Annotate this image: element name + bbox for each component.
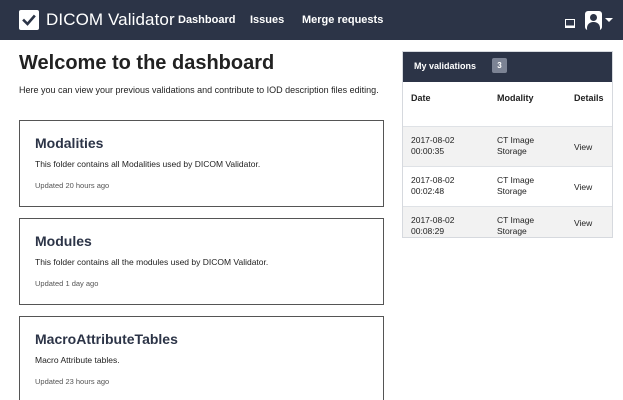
card-title[interactable]: Modules — [35, 233, 92, 249]
brand-name: DICOM Validator — [46, 10, 175, 29]
folder-card-modules[interactable]: Modules This folder contains all the mod… — [19, 218, 384, 305]
cell-modality: CT Image Storage — [497, 135, 535, 156]
card-description: Macro Attribute tables. — [35, 355, 120, 365]
cell-date: 2017-08-02 00:08:29 — [411, 215, 455, 236]
table-row: 2017-08-02 00:08:29 CT Image Storage Vie… — [403, 206, 612, 237]
column-header-modality: Modality — [497, 93, 534, 103]
cell-modality: CT Image Storage — [497, 175, 535, 196]
cell-date: 2017-08-02 00:00:35 — [411, 135, 455, 156]
user-icon — [585, 10, 602, 30]
view-link[interactable]: View — [574, 218, 592, 229]
card-description: This folder contains all Modalities used… — [35, 159, 261, 169]
folder-card-modalities[interactable]: Modalities This folder contains all Moda… — [19, 120, 384, 207]
document-icon[interactable] — [565, 15, 575, 28]
card-updated: Updated 23 hours ago — [35, 377, 110, 386]
card-description: This folder contains all the modules use… — [35, 257, 269, 267]
view-link[interactable]: View — [574, 142, 592, 153]
table-row: 2017-08-02 00:02:48 CT Image Storage Vie… — [403, 166, 612, 206]
card-title[interactable]: Modalities — [35, 135, 103, 151]
cell-date: 2017-08-02 00:02:48 — [411, 175, 455, 196]
column-header-date: Date — [411, 93, 431, 103]
count-badge: 3 — [492, 58, 507, 73]
folder-card-macro-attribute-tables[interactable]: MacroAttributeTables Macro Attribute tab… — [19, 316, 384, 400]
nav-link-merge-requests[interactable]: Merge requests — [302, 14, 383, 26]
intro-text: Here you can view your previous validati… — [19, 85, 379, 95]
validations-panel: My validations 3 Date Modality Details 2… — [402, 51, 613, 238]
card-updated: Updated 20 hours ago — [35, 181, 110, 190]
caret-down-icon — [605, 18, 613, 22]
top-navbar: DICOM Validator Dashboard Issues Merge r… — [0, 0, 623, 40]
page-title: Welcome to the dashboard — [19, 52, 275, 74]
card-updated: Updated 1 day ago — [35, 279, 99, 288]
view-link[interactable]: View — [574, 182, 592, 193]
user-menu[interactable] — [585, 10, 613, 30]
card-title[interactable]: MacroAttributeTables — [35, 331, 178, 347]
cell-modality: CT Image Storage — [497, 215, 535, 236]
nav-link-issues[interactable]: Issues — [250, 14, 284, 26]
brand[interactable]: DICOM Validator — [19, 10, 175, 30]
panel-header: My validations 3 — [403, 52, 612, 82]
check-square-icon — [19, 10, 39, 30]
column-header-details: Details — [574, 93, 604, 103]
table-row: 2017-08-02 00:00:35 CT Image Storage Vie… — [403, 126, 612, 166]
nav-link-dashboard[interactable]: Dashboard — [178, 14, 235, 26]
panel-title: My validations — [414, 61, 477, 71]
